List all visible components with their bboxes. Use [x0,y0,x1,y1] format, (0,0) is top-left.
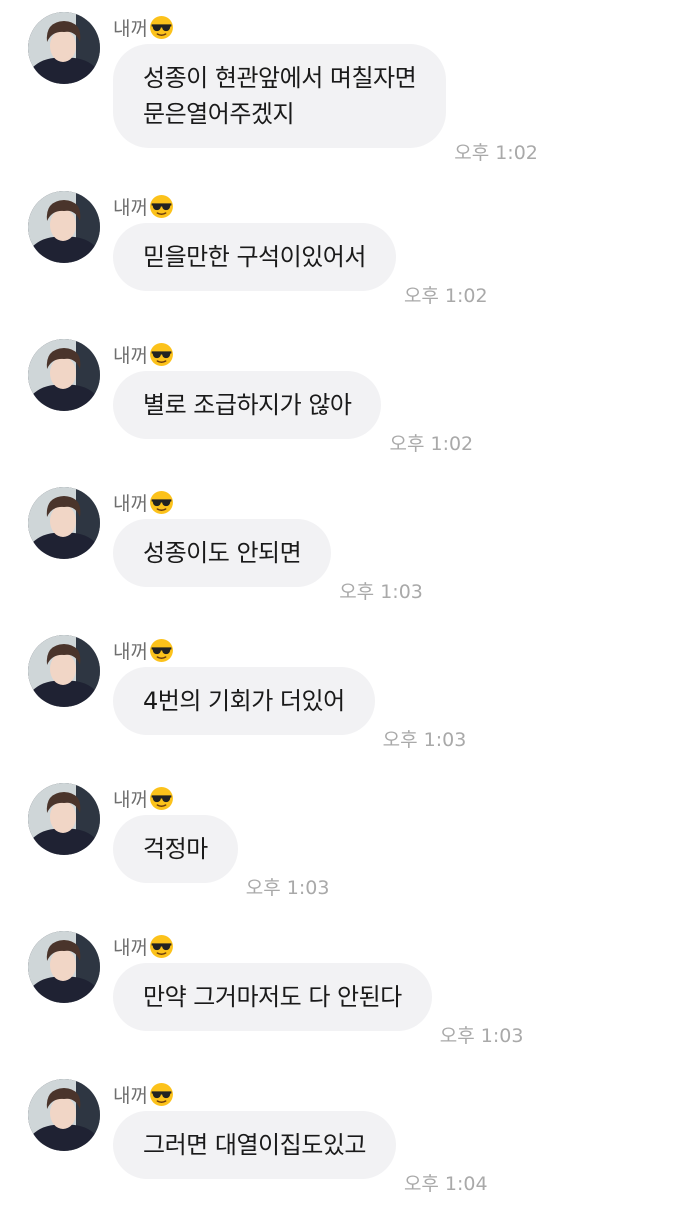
message-time: 오후 1:03 [339,581,423,603]
avatar[interactable] [28,1079,100,1151]
sender-name: 내꺼 [113,191,174,221]
message-time: 오후 1:02 [403,285,488,307]
avatar[interactable] [28,339,100,411]
message-row: 별로 조급하지가 않아 오후 1:02 [113,371,473,455]
smiling-face-with-sunglasses-icon [149,490,174,515]
smiling-face-with-sunglasses-icon [149,194,174,219]
chat-message: 내꺼 성종이도 안되면 오후 1:03 [0,475,684,615]
chat-message: 내꺼 4번의 기회가 더있어 오후 1:03 [0,623,684,763]
message-time: 오후 1:04 [403,1173,488,1195]
chat-message: 내꺼 만약 그거마저도 다 안된다 오후 1:03 [0,919,684,1059]
message-row: 걱정마 오후 1:03 [113,815,329,899]
chat-message: 내꺼 그러면 대열이집도있고 오후 1:04 [0,1067,684,1207]
chat-message: 내꺼 믿을만한 구석이있어서 오후 1:02 [0,179,684,319]
avatar[interactable] [28,931,100,1003]
message-row: 4번의 기회가 더있어 오후 1:03 [113,667,466,751]
chat-message: 내꺼 걱정마 오후 1:03 [0,771,684,911]
message-bubble[interactable]: 별로 조급하지가 않아 [113,371,382,439]
message-row: 만약 그거마저도 다 안된다 오후 1:03 [113,963,523,1047]
sender-name: 내꺼 [113,1079,174,1109]
message-time: 오후 1:03 [382,729,467,751]
sender-name: 내꺼 [113,635,174,665]
avatar[interactable] [28,191,100,263]
chat-message: 내꺼 성종이 현관앞에서 며칠자면 문은열어주겠지 오후 1:02 [0,0,684,164]
message-row: 믿을만한 구석이있어서 오후 1:02 [113,223,488,307]
message-bubble[interactable]: 성종이도 안되면 [113,519,332,587]
smiling-face-with-sunglasses-icon [149,638,174,663]
smiling-face-with-sunglasses-icon [149,934,174,959]
message-time: 오후 1:02 [389,433,474,455]
avatar[interactable] [28,635,100,707]
sender-name: 내꺼 [113,931,174,961]
smiling-face-with-sunglasses-icon [149,15,174,40]
smiling-face-with-sunglasses-icon [149,342,174,367]
message-bubble[interactable]: 그러면 대열이집도있고 [113,1111,396,1179]
message-row: 성종이 현관앞에서 며칠자면 문은열어주겠지 오후 1:02 [113,44,538,164]
message-bubble[interactable]: 만약 그거마저도 다 안된다 [113,963,432,1031]
avatar[interactable] [28,487,100,559]
sender-name: 내꺼 [113,783,174,813]
chat-message: 내꺼 별로 조급하지가 않아 오후 1:02 [0,327,684,467]
message-bubble[interactable]: 걱정마 [113,815,238,883]
message-bubble[interactable]: 성종이 현관앞에서 며칠자면 문은열어주겠지 [113,44,447,148]
message-time: 오후 1:03 [439,1025,524,1047]
smiling-face-with-sunglasses-icon [149,1082,174,1107]
message-bubble[interactable]: 4번의 기회가 더있어 [113,667,375,735]
sender-name: 내꺼 [113,487,174,517]
sender-name: 내꺼 [113,12,174,42]
avatar[interactable] [28,12,100,84]
message-bubble[interactable]: 믿을만한 구석이있어서 [113,223,396,291]
avatar[interactable] [28,783,100,855]
message-time: 오후 1:02 [454,142,538,164]
message-row: 그러면 대열이집도있고 오후 1:04 [113,1111,488,1195]
sender-name: 내꺼 [113,339,174,369]
smiling-face-with-sunglasses-icon [149,786,174,811]
message-row: 성종이도 안되면 오후 1:03 [113,519,423,603]
message-time: 오후 1:03 [245,877,330,899]
